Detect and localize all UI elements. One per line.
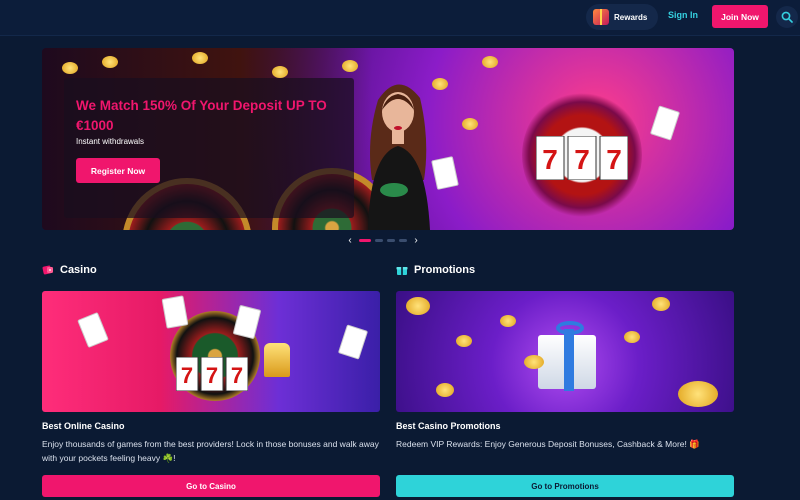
top-bar: Rewards Sign In Join Now: [0, 0, 800, 36]
rewards-label: Rewards: [614, 12, 648, 22]
gift-box-icon: [396, 267, 408, 275]
carousel-dot[interactable]: [375, 238, 383, 242]
triple-seven-image: 7 7 7: [176, 357, 248, 391]
coin-image: [652, 297, 670, 311]
coin-image: [624, 331, 640, 343]
casino-heading-label: Casino: [60, 264, 97, 276]
promotions-card-description: Redeem VIP Rewards: Enjoy Generous Depos…: [396, 439, 700, 449]
sign-in-link[interactable]: Sign In: [668, 10, 698, 20]
coin-image: [406, 297, 430, 315]
svg-text:7: 7: [231, 363, 243, 388]
trophy-image: [264, 343, 290, 377]
coin-image: [272, 66, 288, 78]
promotions-heading: Promotions: [396, 264, 475, 276]
gift-ribbon-image: [564, 329, 574, 391]
carousel-dot[interactable]: [359, 238, 371, 242]
hero-title: We Match 150% Of Your Deposit UP TO €100…: [76, 98, 327, 133]
carousel-prev-button[interactable]: ‹: [345, 235, 355, 246]
go-to-promotions-button[interactable]: Go to Promotions: [396, 475, 734, 497]
svg-text:7: 7: [606, 144, 622, 175]
coin-image: [456, 335, 472, 347]
coin-image: [678, 381, 718, 407]
hero-subtitle: Instant withdrawals: [76, 137, 145, 146]
coin-image: [482, 56, 498, 68]
promotions-card-title: Best Casino Promotions: [396, 421, 501, 431]
carousel-controls: ‹ ›: [345, 234, 435, 246]
playing-card-image: [649, 105, 681, 141]
coin-image: [500, 315, 516, 327]
coin-image: [462, 118, 478, 130]
search-icon: [781, 11, 793, 23]
playing-card-image: [431, 156, 459, 190]
woman-image: [368, 84, 430, 230]
svg-text:7: 7: [206, 363, 218, 388]
go-to-casino-button[interactable]: Go to Casino: [42, 475, 380, 497]
carousel-next-button[interactable]: ›: [411, 235, 421, 246]
coin-image: [62, 62, 78, 74]
svg-text:7: 7: [542, 144, 558, 175]
coin-image: [192, 52, 208, 64]
join-now-button[interactable]: Join Now: [712, 5, 768, 28]
casino-card-image[interactable]: 7 7 7: [42, 291, 380, 412]
svg-text:7: 7: [574, 144, 590, 175]
promotions-card-image[interactable]: [396, 291, 734, 412]
rewards-button[interactable]: Rewards: [586, 4, 658, 30]
playing-card-image: [232, 304, 262, 340]
coin-image: [524, 355, 544, 369]
casino-heading: Casino: [42, 264, 97, 276]
casino-card-title: Best Online Casino: [42, 421, 125, 431]
playing-card-image: [77, 311, 109, 349]
carousel-dot[interactable]: [399, 238, 407, 242]
casino-card-description: Enjoy thousands of games from the best p…: [42, 439, 379, 463]
carousel-dot[interactable]: [387, 238, 395, 242]
coin-image: [436, 383, 454, 397]
search-button[interactable]: [776, 6, 798, 28]
coin-image: [102, 56, 118, 68]
gift-bow-image: [556, 321, 584, 335]
dice-icon: [42, 265, 53, 275]
triple-seven-image: 7 7 7: [536, 136, 628, 180]
gift-icon: [593, 9, 609, 25]
promotions-heading-label: Promotions: [414, 264, 476, 276]
playing-card-image: [161, 295, 189, 329]
playing-card-image: [337, 324, 369, 360]
svg-text:7: 7: [181, 363, 193, 388]
register-now-button[interactable]: Register Now: [76, 158, 160, 183]
hero-banner: 7 7 7 We Match 150% Of Your Deposit UP T…: [42, 48, 734, 230]
